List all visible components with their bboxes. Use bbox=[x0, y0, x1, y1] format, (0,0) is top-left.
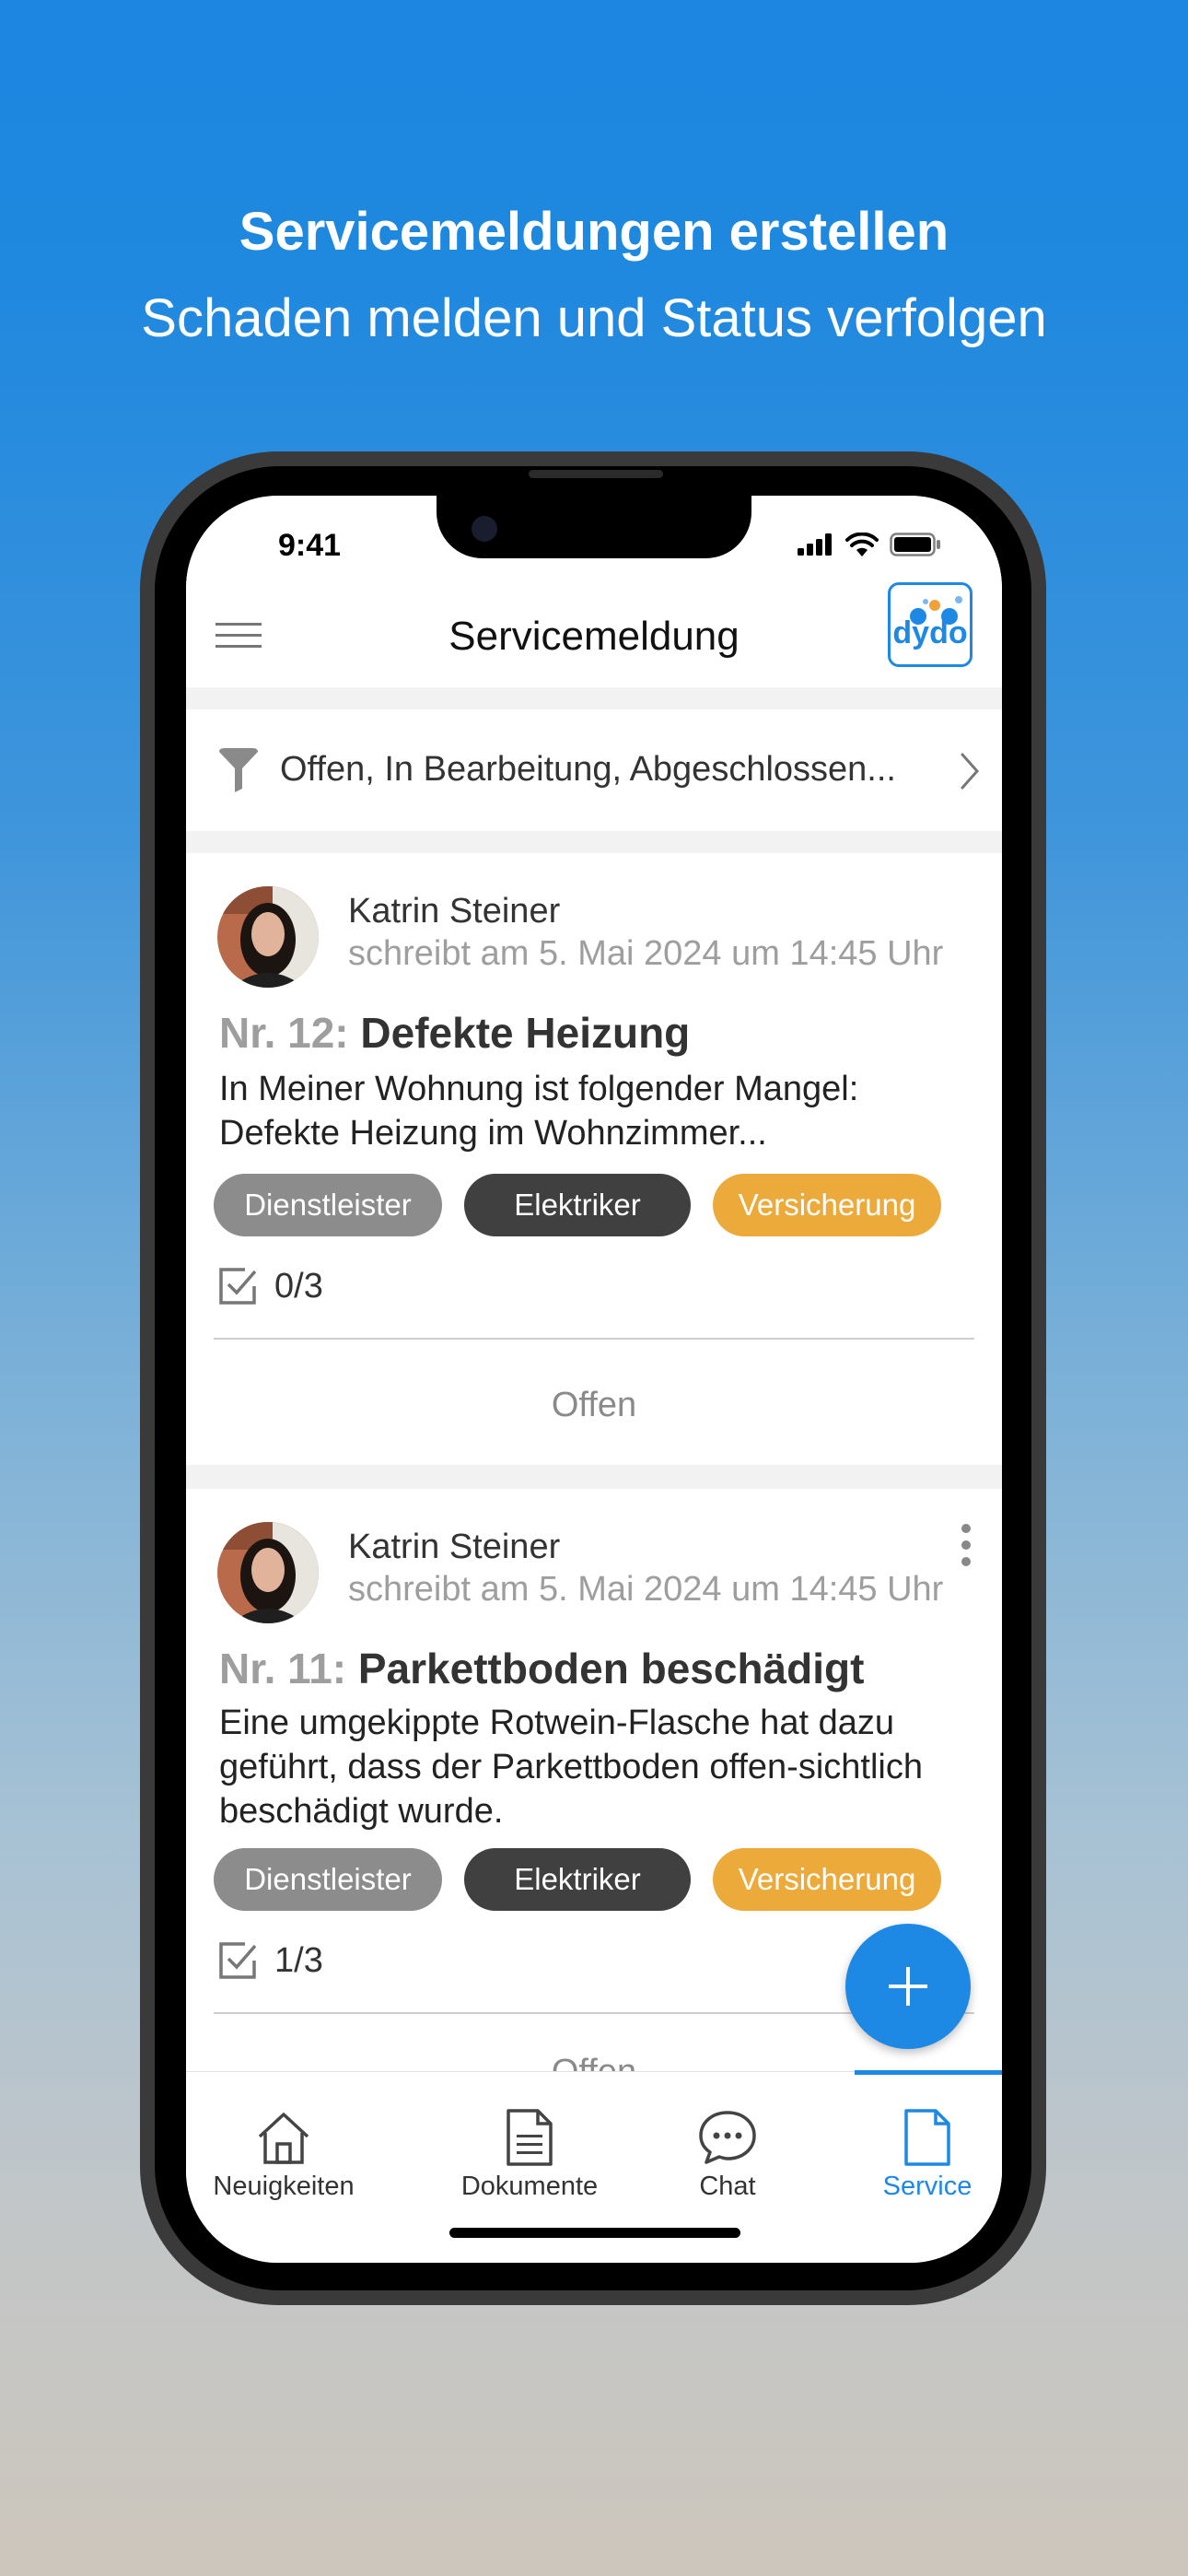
phone-screen: 9:41 Servicemeldung dydo Offen, In Bearb… bbox=[186, 496, 1002, 2263]
task-count: 1/3 bbox=[274, 1940, 323, 1980]
tag-list: Dienstleister Elektriker Versicherung bbox=[214, 1174, 941, 1236]
active-tab-indicator bbox=[855, 2070, 1002, 2075]
camera-icon bbox=[472, 516, 497, 542]
chevron-right-icon bbox=[961, 753, 980, 790]
tag-chip[interactable]: Dienstleister bbox=[214, 1848, 442, 1911]
home-icon bbox=[258, 2113, 309, 2164]
tab-chat[interactable]: Chat bbox=[672, 2109, 783, 2202]
card-title: Nr. 11: Parkettboden beschädigt bbox=[219, 1644, 864, 1693]
document-icon bbox=[507, 2109, 553, 2166]
card-body: Eine umgekippte Rotwein-Flasche hat dazu… bbox=[219, 1704, 923, 1831]
dydo-logo[interactable]: dydo bbox=[888, 582, 973, 667]
avatar bbox=[217, 886, 319, 988]
funnel-icon bbox=[219, 748, 258, 792]
tab-label: Service bbox=[882, 2172, 973, 2201]
post-meta: schreibt am 5. Mai 2024 um 14:45 Uhr bbox=[348, 1570, 944, 1609]
tab-label: Chat bbox=[699, 2172, 756, 2201]
author-name: Katrin Steiner bbox=[348, 1528, 561, 1566]
page-title: Servicemeldung bbox=[448, 614, 740, 659]
app-bar: Servicemeldung dydo bbox=[186, 582, 1002, 687]
task-counter: 0/3 bbox=[217, 1266, 323, 1306]
ticket-title: Defekte Heizung bbox=[360, 1009, 691, 1057]
tab-dokumente[interactable]: Dokumente bbox=[442, 2109, 617, 2202]
service-document-icon bbox=[904, 2109, 950, 2166]
tag-chip[interactable]: Elektriker bbox=[464, 1848, 691, 1911]
add-button[interactable] bbox=[845, 1924, 971, 2049]
phone-speaker bbox=[529, 470, 663, 478]
tag-chip[interactable]: Dienstleister bbox=[214, 1174, 442, 1236]
signal-icon bbox=[798, 533, 832, 556]
ticket-number: Nr. 12: bbox=[219, 1009, 349, 1057]
ticket-number: Nr. 11: bbox=[219, 1645, 347, 1692]
plus-icon bbox=[889, 1967, 927, 2006]
tag-chip[interactable]: Versicherung bbox=[713, 1174, 941, 1236]
logo-text: dydo bbox=[892, 615, 968, 650]
card-body: In Meiner Wohnung ist folgender Mangel: … bbox=[219, 1070, 859, 1153]
service-card[interactable]: Katrin Steiner schreibt am 5. Mai 2024 u… bbox=[186, 853, 1002, 1465]
filter-bar[interactable]: Offen, In Bearbeitung, Abgeschlossen... bbox=[186, 709, 1002, 831]
avatar bbox=[217, 1522, 319, 1623]
filter-text: Offen, In Bearbeitung, Abgeschlossen... bbox=[280, 750, 896, 789]
author-name: Katrin Steiner bbox=[348, 892, 561, 931]
task-counter: 1/3 bbox=[217, 1940, 323, 1981]
status-time: 9:41 bbox=[278, 528, 342, 563]
checkbox-icon bbox=[219, 1942, 257, 1979]
tab-service[interactable]: Service bbox=[868, 2109, 987, 2202]
status-label: Offen bbox=[551, 1386, 637, 1424]
tab-neuigkeiten[interactable]: Neuigkeiten bbox=[201, 2109, 367, 2202]
divider bbox=[214, 1338, 974, 1340]
checkbox-icon bbox=[219, 1268, 257, 1305]
hero-subtitle: Schaden melden und Status verfolgen bbox=[141, 288, 1047, 348]
tag-chip[interactable]: Versicherung bbox=[713, 1848, 941, 1911]
task-count: 0/3 bbox=[274, 1266, 323, 1306]
ticket-title: Parkettboden beschädigt bbox=[357, 1645, 865, 1692]
chat-icon bbox=[699, 2111, 756, 2164]
wifi-icon bbox=[845, 533, 879, 556]
home-indicator bbox=[449, 2228, 740, 2238]
tab-label: Dokumente bbox=[460, 2172, 599, 2201]
tag-list: Dienstleister Elektriker Versicherung bbox=[214, 1848, 941, 1911]
battery-icon bbox=[890, 533, 940, 556]
more-options-icon[interactable] bbox=[961, 1524, 971, 1566]
card-title: Nr. 12: Defekte Heizung bbox=[219, 1008, 690, 1058]
tab-label: Neuigkeiten bbox=[213, 2172, 355, 2201]
tag-chip[interactable]: Elektriker bbox=[464, 1174, 691, 1236]
hero-title: Servicemeldungen erstellen bbox=[239, 202, 949, 262]
post-meta: schreibt am 5. Mai 2024 um 14:45 Uhr bbox=[348, 934, 944, 973]
